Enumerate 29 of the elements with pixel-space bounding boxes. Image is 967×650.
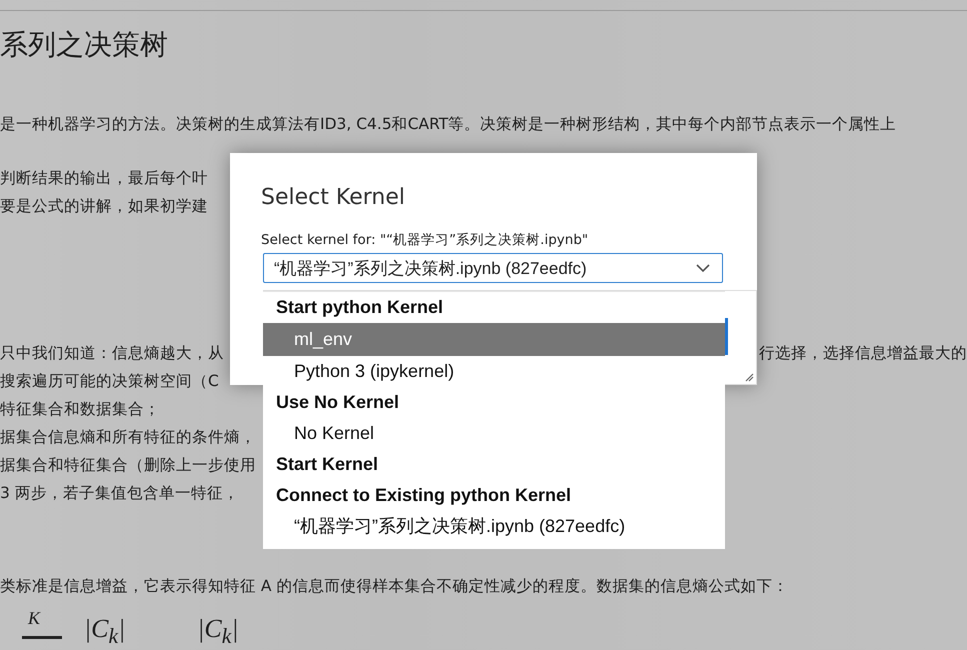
chevron-icon [696,263,710,273]
formula-term: |C$_{k}$| [84,614,126,650]
paragraph-line: 3 两步，若子集值包含单一特征， [0,483,239,504]
kernel-option[interactable]: No Kernel [263,418,725,449]
group-heading: Start Kernel [275,453,380,476]
kernel-option[interactable]: “机器学习”系列之决策树.ipynb (827eedfc) [263,511,725,542]
document-title: 系列之决策树 [0,27,169,63]
dialog-title: Select Kernel [261,185,405,210]
scrollbar-thumb[interactable] [725,318,728,355]
formula-term: |C$_{k}$| [197,614,239,650]
paragraph-line: 搜索遍历可能的决策树空间（C [0,371,219,392]
group-heading: Start python Kernel [275,296,444,319]
paragraph-line: 要是公式的讲解，如果初学建 [0,196,208,217]
paragraph-line: 是一种机器学习的方法。决策树的生成算法有ID3, C4.5和CART等。决策树是一种树形结构，其中每个内部节点表示一个属性上 [0,114,896,135]
group-heading: Use No Kernel [275,391,400,414]
paragraph-line: 行选择，选择信息增益最大的 [759,343,967,364]
resize-handle-icon[interactable] [744,372,754,382]
field-label: Select kernel for: "“机器学习”系列之决策树.ipynb" [261,231,588,249]
paragraph-line: 据集合信息熵和所有特征的条件熵， [0,427,256,448]
group-heading: Connect to Existing python Kernel [275,484,572,507]
paragraph-line: 类标准是信息增益，它表示得知特征 A 的信息而使得样本集合不确定性减少的程度。数据集的信息熵公式如下： [0,576,788,597]
paragraph-line: 判断结果的输出，最后每个叶 [0,168,208,189]
kernel-option[interactable]: Python 3 (ipykernel) [263,356,725,387]
formula-limit: K [28,608,40,629]
kernel-select[interactable]: “机器学习”系列之决策树.ipynb (827eedfc) [263,253,723,283]
paragraph-line: 据集合和特征集合（删除上一步使用 [0,455,256,476]
kernel-option[interactable]: ml_env [263,323,725,356]
paragraph-line: 特征集合和数据集合； [0,399,160,420]
paragraph-line: 只中我们知道：信息熵越大，从 [0,343,224,364]
